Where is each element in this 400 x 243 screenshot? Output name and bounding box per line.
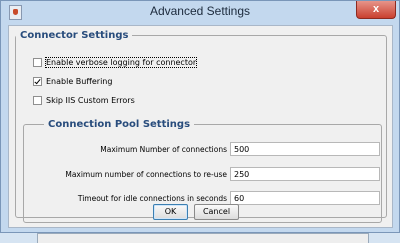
buffering-option[interactable]: Enable Buffering [33, 75, 112, 87]
close-button[interactable]: x [356, 1, 396, 19]
dialog-title: Advanced Settings [149, 4, 251, 18]
verbose-logging-checkbox[interactable] [33, 57, 42, 67]
skip-iis-errors-option[interactable]: Skip IIS Custom Errors [33, 94, 135, 106]
buffering-label[interactable]: Enable Buffering [46, 77, 112, 86]
connection-pool-legend: Connection Pool Settings [48, 119, 191, 130]
idle-timeout-input[interactable] [230, 191, 380, 205]
cancel-button[interactable]: Cancel [194, 204, 239, 220]
ok-button[interactable]: OK [153, 204, 188, 220]
max-reuse-connections-input[interactable] [230, 167, 380, 181]
dialog-content: Connector Settings Enable verbose loggin… [8, 25, 393, 228]
verbose-logging-label[interactable]: Enable verbose logging for connector [44, 56, 198, 68]
skip-iis-errors-checkbox[interactable] [33, 95, 42, 105]
connector-settings-legend: Connector Settings [20, 30, 129, 41]
max-reuse-connections-label: Maximum number of connections to re-use [65, 170, 227, 179]
idle-timeout-label: Timeout for idle connections in seconds [77, 194, 227, 203]
title-bar[interactable]: Advanced Settings x [1, 1, 399, 23]
connector-settings-group: Connector Settings Enable verbose loggin… [15, 30, 387, 223]
buffering-checkbox[interactable] [33, 76, 42, 86]
skip-iis-errors-label[interactable]: Skip IIS Custom Errors [46, 96, 135, 105]
max-connections-input[interactable] [230, 142, 380, 156]
max-connections-label: Maximum Number of connections [100, 145, 227, 154]
verbose-logging-option[interactable]: Enable verbose logging for connector [33, 56, 198, 68]
background-window-edge [37, 233, 369, 243]
advanced-settings-dialog: Advanced Settings x Connector Settings E… [0, 0, 400, 233]
